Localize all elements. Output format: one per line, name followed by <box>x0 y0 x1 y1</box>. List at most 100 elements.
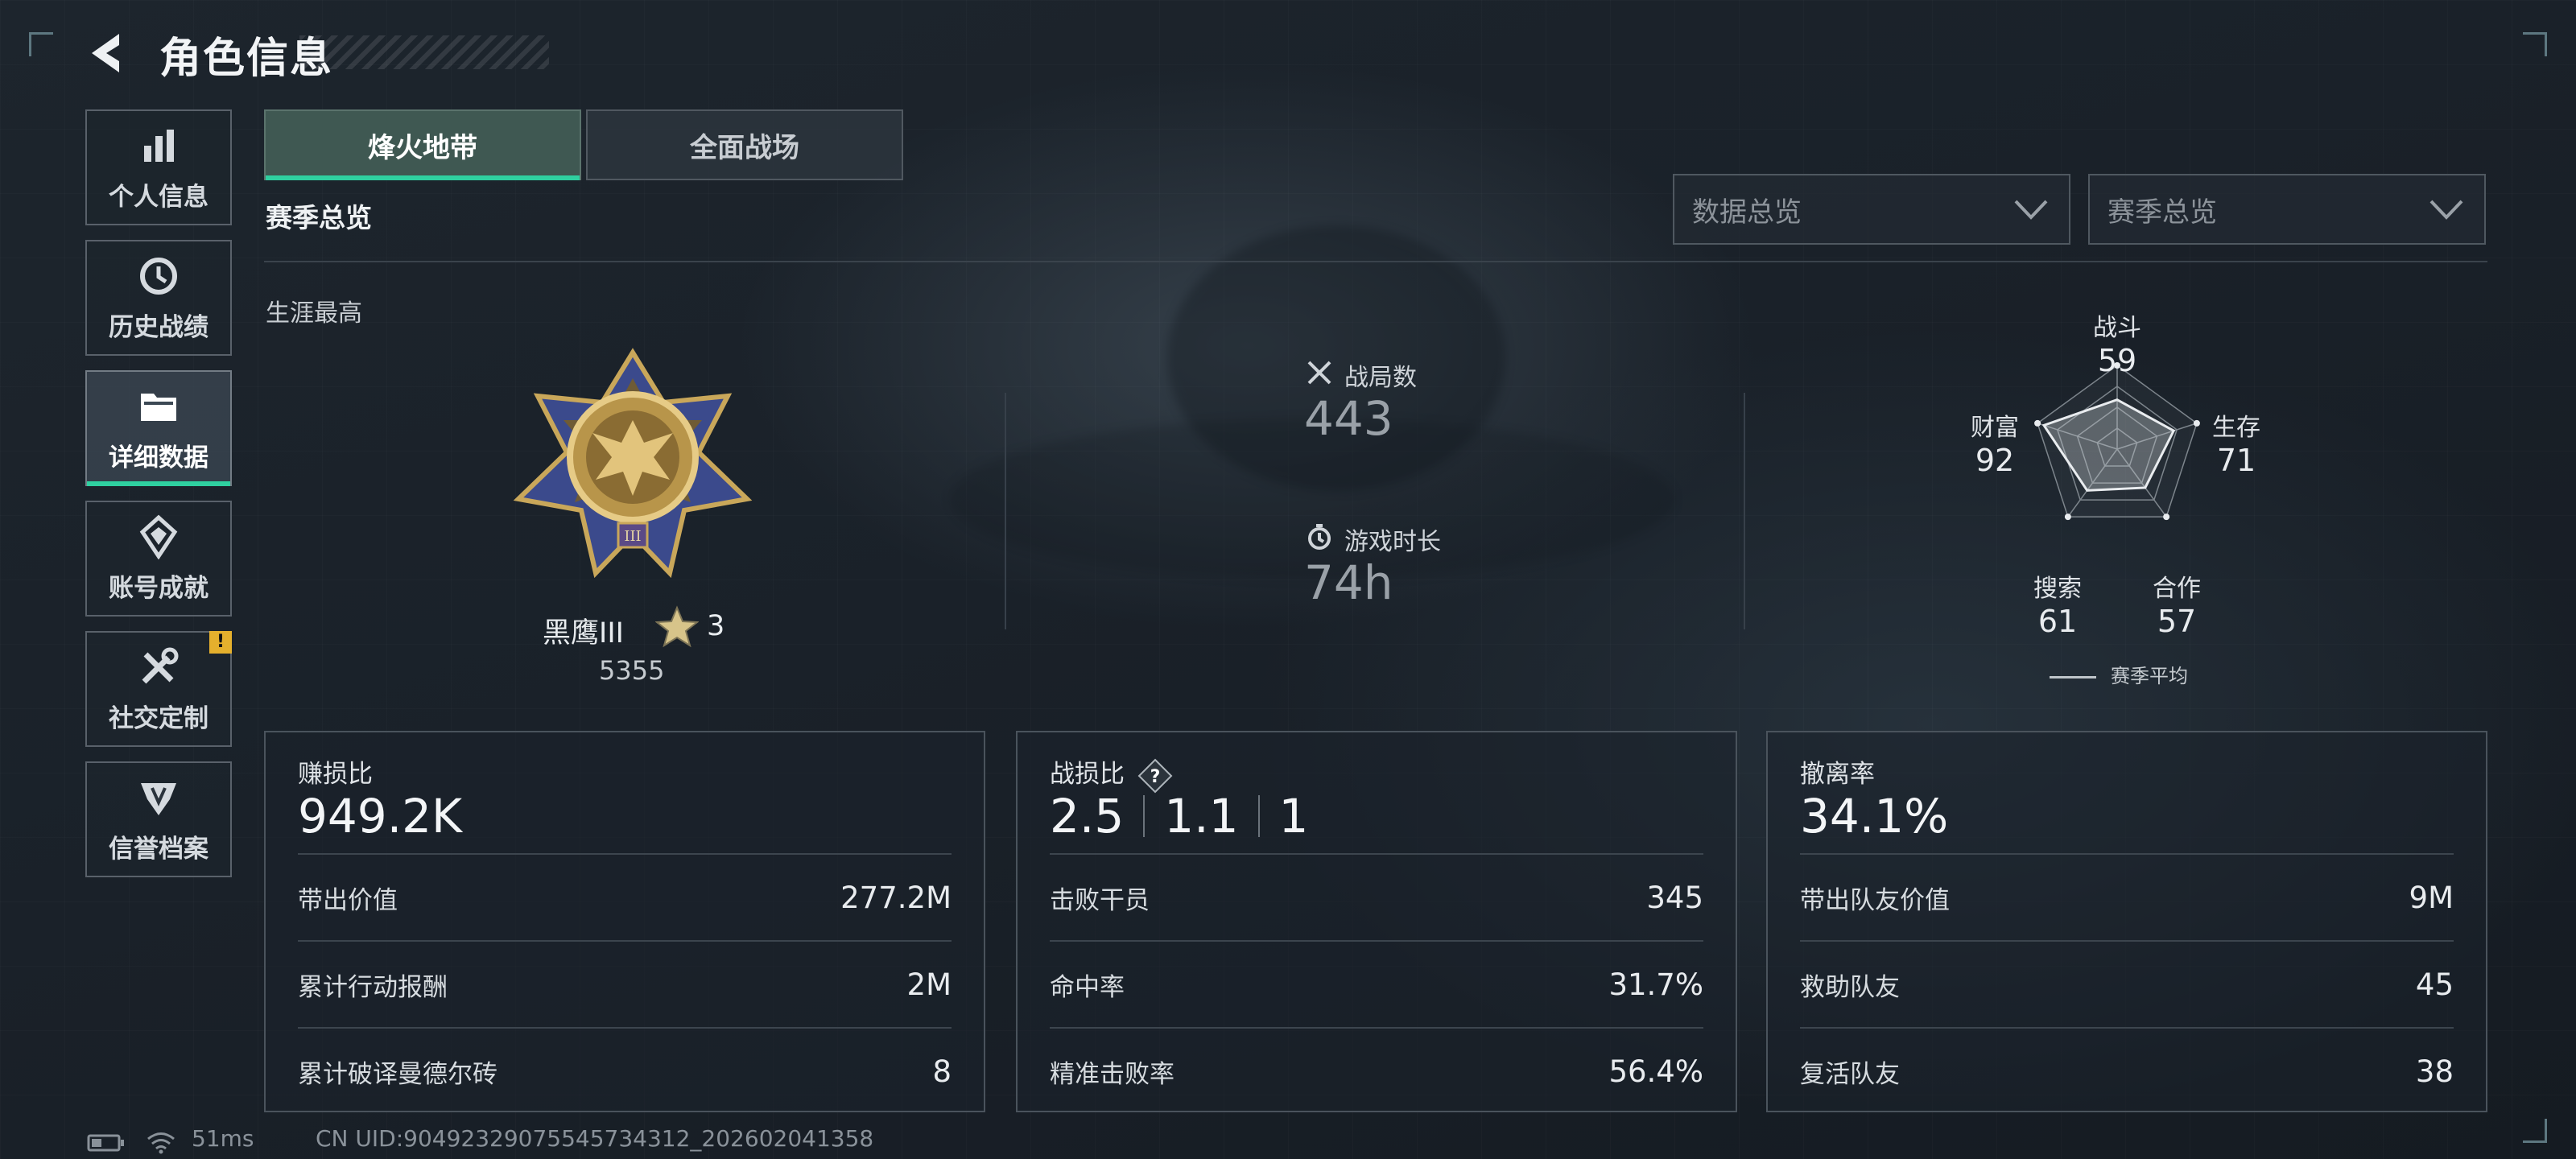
achievement-icon <box>139 514 178 559</box>
tab-fenghuo[interactable]: 烽火地带 <box>264 109 581 180</box>
rank-score: 5355 <box>599 655 665 686</box>
stat-row: 精准击败率 56.4% <box>1050 1029 1703 1114</box>
stat-row: 累计行动报酬 2M <box>298 942 952 1027</box>
wifi-icon <box>147 1132 175 1154</box>
rank-stars: 3 <box>707 610 725 642</box>
stat-key: 复活队友 <box>1800 1059 1900 1089</box>
sidebar-item-social[interactable]: 社交定制 ! <box>85 631 232 747</box>
kd-value: 1.1 <box>1164 789 1239 843</box>
stopwatch-icon <box>1308 524 1331 550</box>
stat-key: 带出价值 <box>298 885 398 915</box>
tab-label: 全面战场 <box>690 131 799 164</box>
stat-key: 带出队友价值 <box>1800 885 1950 915</box>
bar-chart-icon <box>144 129 174 162</box>
back-arrow-icon[interactable] <box>84 29 132 77</box>
stat-value: 2M <box>906 967 952 1002</box>
radar-value-survival: 71 <box>2216 443 2256 478</box>
section-divider <box>264 261 2487 262</box>
stat-key: 精准击败率 <box>1050 1059 1174 1089</box>
frame-corner <box>2523 32 2547 56</box>
credit-emblem-icon <box>141 782 176 815</box>
season-overview-dropdown[interactable]: 赛季总览 <box>2088 174 2486 245</box>
star-icon <box>655 605 699 648</box>
card-big-value: 34.1% <box>1800 789 1949 843</box>
stat-key: 累计行动报酬 <box>298 972 448 1002</box>
playtime-value: 74h <box>1304 555 1393 610</box>
help-icon[interactable]: ? <box>1137 758 1173 794</box>
crossed-swords-icon <box>1307 361 1331 385</box>
stat-key: 累计破译曼德尔砖 <box>298 1059 497 1089</box>
sidebar-item-label: 信誉档案 <box>109 834 208 864</box>
stat-value: 345 <box>1646 880 1703 915</box>
frame-corner <box>2523 1119 2547 1143</box>
ping-text: 51ms <box>192 1125 254 1152</box>
radar-value-search: 61 <box>2037 604 2078 639</box>
sidebar-item-credit[interactable]: 信誉档案 <box>85 761 232 877</box>
sidebar-item-history[interactable]: 历史战绩 <box>85 240 232 356</box>
legend-label: 赛季平均 <box>2111 665 2188 687</box>
tab-active-underline <box>266 175 580 180</box>
rank-medal-icon: III <box>513 348 753 579</box>
active-indicator <box>87 481 230 486</box>
sidebar-item-label: 账号成就 <box>109 573 208 603</box>
stat-value: 31.7% <box>1608 967 1703 1002</box>
card-title-text: 战损比 <box>1050 760 1125 789</box>
radar-axis-endpoint <box>2064 514 2071 521</box>
radar-legend: 赛季平均 <box>2050 660 2188 688</box>
data-overview-dropdown[interactable]: 数据总览 <box>1673 174 2070 245</box>
rank-name: 黑鹰III <box>543 617 624 650</box>
card-big-value: 949.2K <box>298 789 463 843</box>
stat-row: 带出价值 277.2M <box>298 855 952 940</box>
career-best-label: 生涯最高 <box>266 299 362 328</box>
svg-text:?: ? <box>1150 767 1161 787</box>
matches-value: 443 <box>1304 391 1393 446</box>
value-separator <box>1257 795 1260 837</box>
card-title: 赚损比 <box>298 760 373 789</box>
stat-value: 9M <box>2409 880 2454 915</box>
svg-text:III: III <box>624 528 641 545</box>
stat-value: 277.2M <box>840 880 952 915</box>
column-divider <box>1005 393 1006 629</box>
tab-full-battlefield[interactable]: 全面战场 <box>586 109 903 180</box>
radar-label-search: 搜索 <box>2033 575 2082 603</box>
tab-label: 烽火地带 <box>368 131 477 164</box>
kd-value: 2.5 <box>1050 789 1125 843</box>
frame-corner <box>29 32 53 56</box>
tools-icon <box>142 647 179 683</box>
history-clock-icon <box>140 257 177 295</box>
stat-key: 救助队友 <box>1800 972 1900 1002</box>
sidebar-item-personal-info[interactable]: 个人信息 <box>85 109 232 225</box>
card-title: 撤离率 <box>1800 760 1875 789</box>
stat-value: 8 <box>932 1054 952 1089</box>
stat-row: 复活队友 38 <box>1800 1029 2454 1114</box>
card-big-values: 2.5 1.1 1 <box>1050 789 1308 843</box>
radar-value-wealth: 92 <box>1975 443 2015 478</box>
card-title: 战损比? <box>1050 753 1173 794</box>
stat-key: 命中率 <box>1050 972 1125 1002</box>
kd-value: 1 <box>1278 789 1309 843</box>
stat-value: 38 <box>2415 1054 2454 1089</box>
battery-icon <box>87 1134 124 1152</box>
column-divider <box>1744 393 1745 629</box>
folder-icon <box>141 393 176 421</box>
sidebar-item-detailed-data[interactable]: 详细数据 <box>85 370 232 486</box>
stat-row: 救助队友 45 <box>1800 942 2454 1027</box>
radar-axis-endpoint <box>2163 514 2170 521</box>
radar-label-survival: 生存 <box>2212 414 2260 442</box>
uid-text: CN UID:9049232907554573431​2_20260204135… <box>316 1125 874 1152</box>
kd-card: 战损比? 2.5 1.1 1 击败干员 345 命中率 31.7% 精准击败率 56.… <box>1016 731 1737 1112</box>
matches-label: 战局数 <box>1344 364 1417 392</box>
stat-row: 带出队友价值 9M <box>1800 855 2454 940</box>
sidebar-item-label: 个人信息 <box>109 182 208 212</box>
dropdown-value: 数据总览 <box>1692 196 1802 229</box>
sidebar-item-achievements[interactable]: 账号成就 <box>85 501 232 617</box>
dropdown-value: 赛季总览 <box>2107 196 2217 229</box>
value-separator <box>1143 795 1146 837</box>
radar-value-teamwork: 57 <box>2157 604 2197 639</box>
chevron-down-icon <box>2014 200 2048 220</box>
radar-label-combat: 战斗 <box>2093 314 2141 342</box>
playtime-label: 游戏时长 <box>1344 528 1441 556</box>
radar-label-teamwork: 合作 <box>2153 575 2201 603</box>
section-title: 赛季总览 <box>266 202 372 233</box>
stat-row: 累计破译曼德尔砖 8 <box>298 1029 952 1114</box>
